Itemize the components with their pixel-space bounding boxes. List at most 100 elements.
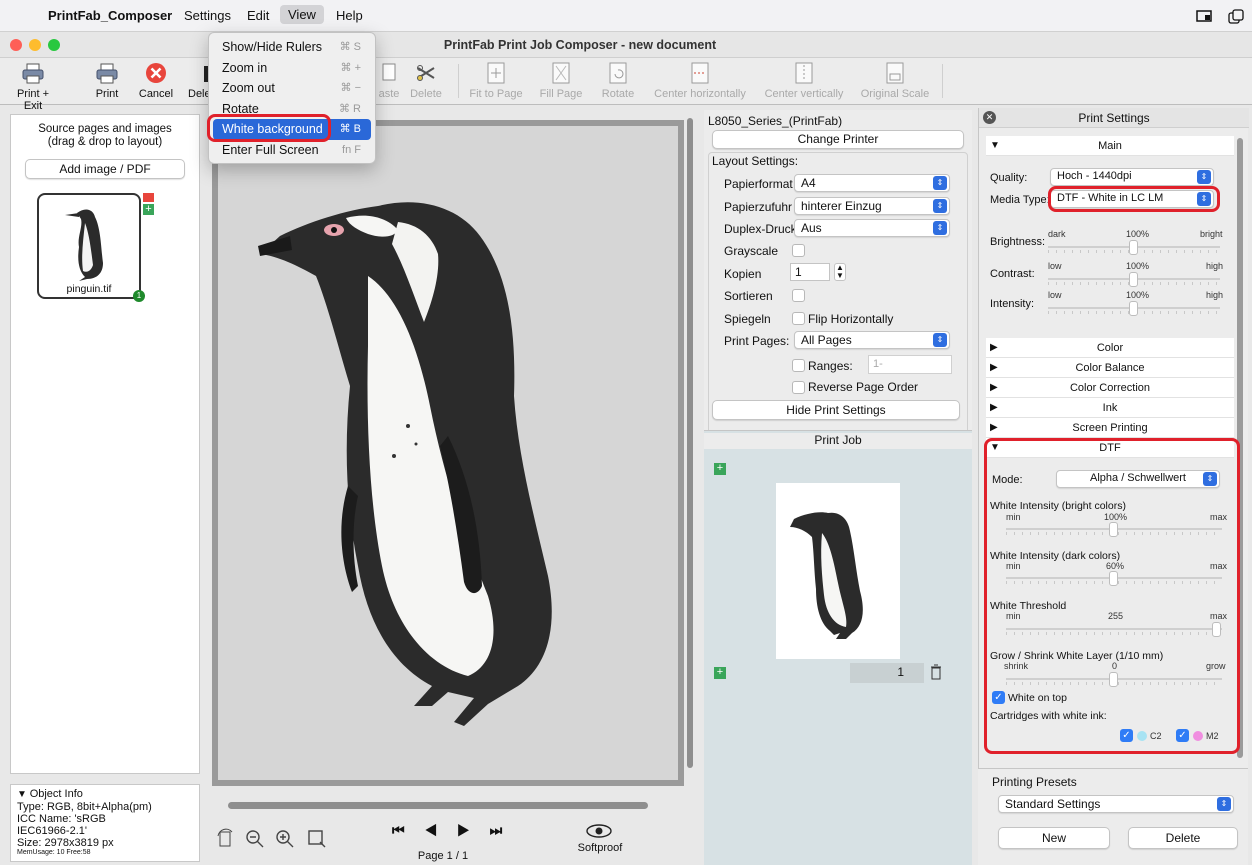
section-main[interactable]: ▼ Main: [986, 136, 1234, 156]
trash-icon: [188, 60, 210, 86]
zoom-in-icon[interactable]: [274, 828, 296, 850]
menu-edit[interactable]: Edit: [247, 8, 269, 23]
previous-page-icon[interactable]: ◀: [425, 822, 458, 838]
app-menu[interactable]: PrintFab_Composer: [48, 8, 172, 23]
contrast-slider[interactable]: [1048, 264, 1220, 290]
penguin-image[interactable]: [218, 126, 678, 780]
new-preset-button[interactable]: New: [998, 827, 1110, 849]
trash-icon[interactable]: [930, 664, 942, 680]
center-horizontally-button[interactable]: Center horizontally: [648, 60, 752, 100]
fill-page-button[interactable]: Fill Page: [536, 60, 586, 100]
papierzufuhr-select[interactable]: hinterer Einzug ⇕: [794, 197, 950, 215]
print-exit-button[interactable]: Print + Exit: [8, 60, 58, 112]
job-copies-field[interactable]: 1: [850, 663, 924, 683]
menu-item-show-hide-rulers[interactable]: Show/Hide Rulers ⌘ S: [213, 37, 371, 58]
source-panel: Source pages and images (drag & drop to …: [10, 114, 200, 774]
disclosure-open-icon: ▼: [990, 140, 1000, 151]
last-page-icon[interactable]: ⏭: [490, 822, 523, 838]
reverse-order-checkbox[interactable]: [792, 381, 805, 394]
print-pages-select[interactable]: All Pages ⇕: [794, 331, 950, 349]
section-ink[interactable]: ▶ Ink: [986, 398, 1234, 418]
section-color-balance[interactable]: ▶ Color Balance: [986, 358, 1234, 378]
section-color[interactable]: ▶ Color: [986, 338, 1234, 358]
dtf-section-highlight: [984, 438, 1240, 754]
chevron-updown-icon: ⇕: [933, 333, 947, 347]
chevron-updown-icon: ⇕: [933, 199, 947, 213]
ranges-checkbox[interactable]: [792, 359, 805, 372]
disclosure-closed-icon: ▶: [990, 422, 998, 433]
source-thumbnail[interactable]: pinguin.tif 1: [37, 193, 145, 302]
printer-icon: [19, 60, 47, 86]
section-screen-printing[interactable]: ▶ Screen Printing: [986, 418, 1234, 438]
eye-icon[interactable]: [584, 822, 614, 840]
add-image-button[interactable]: Add image / PDF: [25, 159, 185, 179]
layout-page[interactable]: [218, 126, 678, 780]
rotate-button[interactable]: Rotate: [598, 60, 638, 100]
center-vertically-button[interactable]: Center vertically: [760, 60, 848, 100]
original-scale-button[interactable]: Original Scale: [856, 60, 934, 100]
disclosure-closed-icon: ▶: [990, 382, 998, 393]
presets-select[interactable]: Standard Settings ⇕: [998, 795, 1234, 813]
kopien-input[interactable]: 1: [790, 263, 830, 281]
first-page-icon[interactable]: ⏮: [392, 822, 425, 838]
menu-view[interactable]: View: [280, 5, 324, 24]
paste-button[interactable]: aste: [378, 60, 400, 100]
fill-page-icon: [547, 60, 575, 86]
menu-settings[interactable]: Settings: [184, 8, 231, 23]
menu-help[interactable]: Help: [336, 8, 363, 23]
close-window-button[interactable]: [10, 39, 22, 51]
delete-preset-button[interactable]: Delete: [1128, 827, 1238, 849]
add-job-icon[interactable]: +: [714, 667, 726, 679]
view-menu-dropdown: Show/Hide Rulers ⌘ S Zoom in ⌘ + Zoom out ⌘…: [208, 32, 376, 164]
delete-source-button[interactable]: Dele: [188, 60, 210, 100]
flip-checkbox[interactable]: [792, 312, 805, 325]
add-icon[interactable]: +: [143, 204, 154, 215]
print-job-page-preview[interactable]: [776, 483, 900, 659]
zoom-out-icon[interactable]: [244, 828, 266, 850]
ranges-label: Ranges:: [808, 359, 853, 373]
spiegeln-label: Spiegeln: [724, 312, 771, 326]
object-info-title[interactable]: ▼ Object Info: [17, 788, 193, 801]
cancel-button[interactable]: Cancel: [134, 60, 178, 100]
menu-item-zoom-in[interactable]: Zoom in ⌘ +: [213, 58, 371, 79]
intensity-slider[interactable]: [1048, 293, 1220, 319]
menu-item-enter-full-screen[interactable]: Enter Full Screen fn F: [213, 140, 371, 161]
fit-to-page-button[interactable]: Fit to Page: [466, 60, 526, 100]
window-switch-icon[interactable]: [1228, 9, 1244, 25]
rotate-page-icon[interactable]: [214, 826, 236, 850]
close-panel-icon[interactable]: ✕: [983, 111, 996, 124]
object-icc-name: ICC Name: 'sRGB: [17, 813, 106, 825]
change-printer-button[interactable]: Change Printer: [712, 130, 964, 149]
grayscale-checkbox[interactable]: [792, 244, 805, 257]
zoom-to-fit-icon[interactable]: [306, 828, 328, 850]
menu-item-zoom-out[interactable]: Zoom out ⌘ −: [213, 78, 371, 99]
remove-icon[interactable]: [143, 193, 154, 202]
canvas-horizontal-scrollbar[interactable]: [228, 802, 648, 809]
sortieren-checkbox[interactable]: [792, 289, 805, 302]
quality-select[interactable]: Hoch - 1440dpi ⇕: [1050, 168, 1214, 186]
grayscale-label: Grayscale: [724, 244, 779, 258]
minimize-window-button[interactable]: [29, 39, 41, 51]
cancel-icon: [142, 60, 170, 86]
brightness-slider[interactable]: [1048, 232, 1220, 258]
delete-button[interactable]: Delete: [408, 60, 444, 100]
canvas-vertical-scrollbar[interactable]: [687, 118, 693, 768]
kopien-label: Kopien: [724, 267, 762, 281]
hide-print-settings-button[interactable]: Hide Print Settings: [712, 400, 960, 420]
duplex-label: Duplex-Druck: [724, 222, 797, 236]
ranges-input[interactable]: 1-: [868, 355, 952, 374]
object-size: Size: 2978x3819 px: [17, 837, 114, 849]
screen-mirror-icon[interactable]: [1196, 10, 1214, 24]
zoom-window-button[interactable]: [48, 39, 60, 51]
page-indicator: Page 1 / 1: [417, 850, 469, 862]
add-job-icon[interactable]: +: [714, 463, 726, 475]
print-button[interactable]: Print: [90, 60, 124, 100]
papierformat-select[interactable]: A4 ⇕: [794, 174, 950, 192]
section-color-correction[interactable]: ▶ Color Correction: [986, 378, 1234, 398]
duplex-select[interactable]: Aus ⇕: [794, 219, 950, 237]
center-vertical-icon: [790, 60, 818, 86]
softproof-button[interactable]: Softproof: [570, 842, 630, 854]
next-page-icon[interactable]: ▶: [457, 822, 490, 838]
kopien-stepper[interactable]: ▲ ▼: [834, 263, 846, 281]
object-icc-name-continued: IEC61966-2.1': [17, 825, 87, 837]
